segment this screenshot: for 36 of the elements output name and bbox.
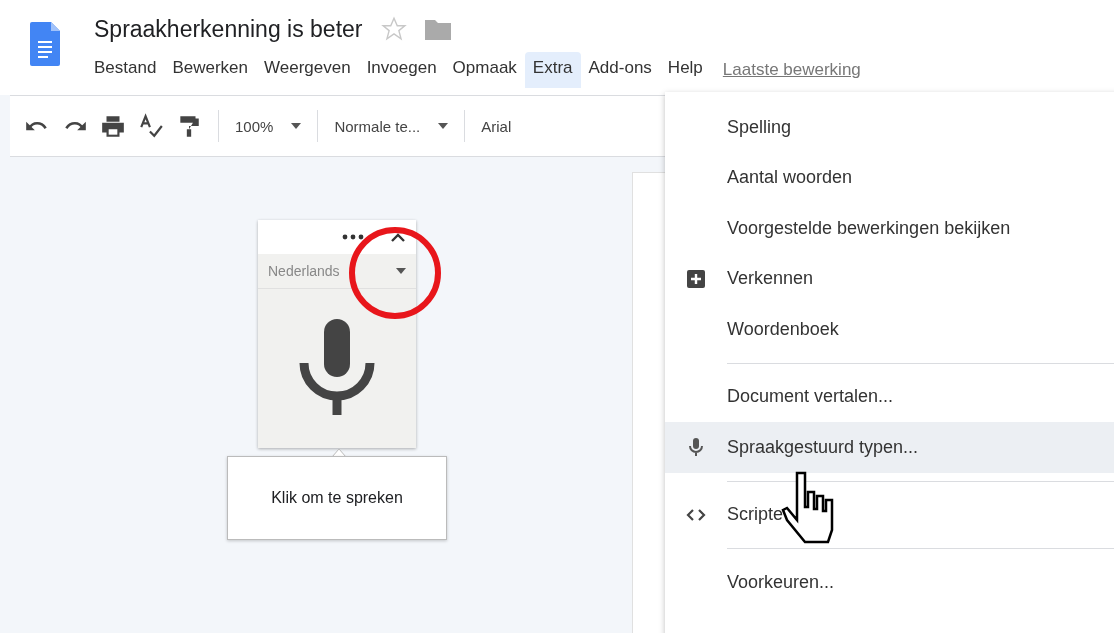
zoom-dropdown[interactable]: 100% <box>235 117 274 135</box>
menu-option[interactable]: Verkennen <box>665 253 1114 304</box>
dropdown-caret-icon[interactable] <box>438 123 449 129</box>
microphone-button-icon[interactable] <box>299 319 375 415</box>
menu-option[interactable]: Scripte <box>665 489 1114 540</box>
font-dropdown[interactable]: Arial <box>481 117 512 135</box>
menu-option[interactable]: Voorkeuren... <box>665 557 1114 608</box>
tooltip-arrow <box>332 448 346 457</box>
menu-option[interactable]: Woordenboek <box>665 304 1114 355</box>
menu-item[interactable]: Weergeven <box>256 52 359 88</box>
last-edit-link[interactable]: Laatste bewerking <box>722 60 861 80</box>
more-icon[interactable] <box>342 234 364 240</box>
docs-logo-icon[interactable] <box>30 22 60 66</box>
microphone-icon <box>686 437 706 458</box>
star-icon[interactable] <box>380 16 407 42</box>
menu-option[interactable]: Spelling <box>665 102 1114 153</box>
explore-icon <box>686 268 706 289</box>
menu-item[interactable]: Bestand <box>86 52 165 88</box>
document-title[interactable]: Spraakherkenning is beter <box>94 15 363 43</box>
menu-item[interactable]: Extra <box>524 52 581 88</box>
menu-item[interactable]: Opmaak <box>444 52 525 88</box>
menu-item[interactable]: Invoegen <box>358 52 445 88</box>
print-icon[interactable] <box>100 113 126 139</box>
style-dropdown[interactable]: Normale te... <box>334 117 421 135</box>
dropdown-caret-icon[interactable] <box>396 268 406 274</box>
collapse-icon[interactable] <box>390 232 406 242</box>
spellcheck-icon[interactable] <box>138 113 164 139</box>
menu-item[interactable]: Add-ons <box>580 52 660 88</box>
menu-option[interactable]: Voorgestelde bewerkingen bekijken <box>665 203 1114 254</box>
menu-option[interactable]: Aantal woorden <box>665 152 1114 203</box>
dropdown-caret-icon[interactable] <box>291 123 302 129</box>
menu-option[interactable]: Spraakgestuurd typen... <box>665 422 1114 473</box>
menu-item[interactable]: Bewerken <box>164 52 256 88</box>
menu-item[interactable]: Help <box>659 52 711 88</box>
menu-option[interactable]: Document vertalen... <box>665 371 1114 422</box>
tooltip: Klik om te spreken <box>227 456 447 540</box>
